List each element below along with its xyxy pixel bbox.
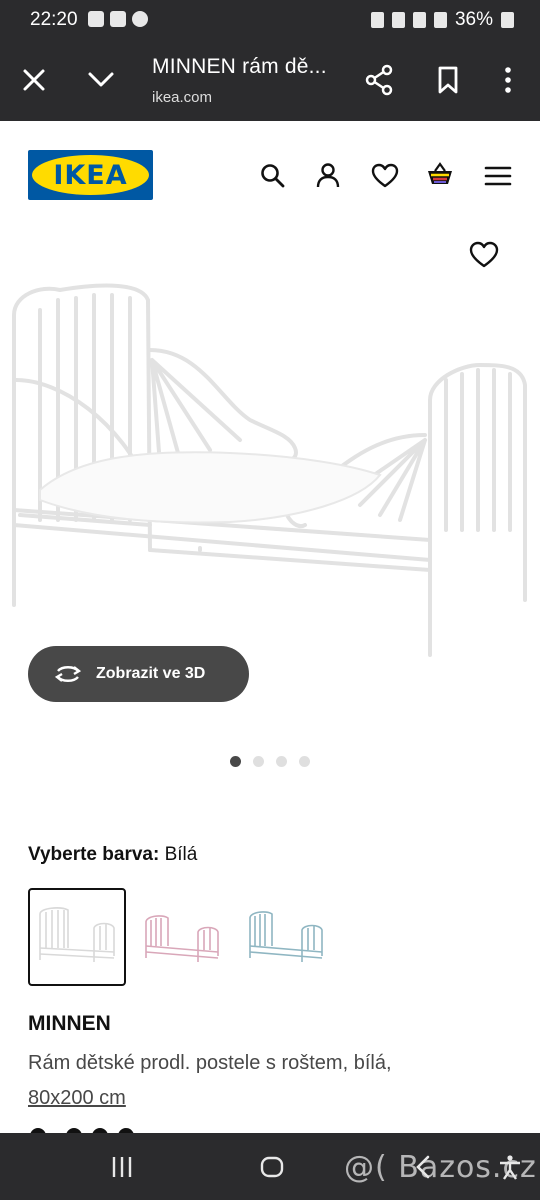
alarm-icon (391, 12, 405, 28)
selected-color: Bílá (164, 844, 198, 865)
view-3d-label: Zobrazit ve 3D (96, 665, 206, 682)
rotate-3d-icon (54, 666, 82, 682)
heart-icon[interactable] (370, 161, 400, 191)
signal-icon (433, 12, 447, 28)
youtube-icon (110, 11, 126, 27)
facebook-icon (132, 11, 148, 27)
wifi-icon (412, 12, 426, 28)
page-url: ikea.com (152, 89, 213, 106)
bazos-watermark: @( Bazos.cz (344, 1150, 537, 1185)
bookmark-icon[interactable] (436, 64, 460, 96)
status-bar: 22:20 36% (0, 0, 540, 40)
battery-icon (501, 12, 514, 28)
swatch-thumbnail (39, 907, 115, 962)
color-selector-label: Vyberte barva: Bílá (28, 844, 197, 866)
chevron-down-icon[interactable] (86, 66, 116, 94)
notification-icons (88, 11, 148, 27)
search-icon[interactable] (258, 161, 288, 191)
view-3d-button[interactable]: Zobrazit ve 3D (28, 646, 249, 702)
logo-text: IKEA (53, 160, 128, 191)
battery-saver-icon (370, 12, 384, 28)
close-icon[interactable] (20, 66, 48, 94)
menu-icon[interactable] (483, 161, 513, 191)
carousel-dot[interactable] (299, 756, 310, 767)
color-swatch-light-blue[interactable] (244, 888, 342, 986)
page-title: MINNEN rám dě... (152, 55, 327, 78)
carousel-dots (230, 756, 310, 767)
carousel-dot[interactable] (253, 756, 264, 767)
carousel-dot[interactable] (276, 756, 287, 767)
swatch-thumbnail (249, 911, 323, 962)
product-description: Rám dětské prodl. postele s roštem, bílá… (28, 1046, 508, 1116)
browser-toolbar: MINNEN rám dě... ikea.com (0, 40, 540, 121)
image-icon (88, 11, 104, 27)
site-header: IKEA (0, 121, 540, 231)
clock: 22:20 (30, 9, 78, 30)
swatch-thumbnail (145, 915, 219, 962)
add-to-wishlist-icon[interactable] (468, 240, 500, 270)
system-status: 36% (370, 9, 514, 31)
color-label-text: Vyberte barva: (28, 844, 160, 865)
home-icon[interactable] (258, 1153, 286, 1181)
more-options-icon[interactable] (498, 64, 518, 96)
color-swatch-pink[interactable] (142, 888, 240, 986)
product-image[interactable] (0, 270, 540, 670)
carousel-dot[interactable] (230, 756, 241, 767)
color-swatch-white[interactable] (28, 888, 126, 986)
product-description-text: Rám dětské prodl. postele s roštem, bílá… (28, 1052, 392, 1074)
product-name: MINNEN (28, 1012, 111, 1035)
ikea-logo[interactable]: IKEA (28, 150, 153, 200)
share-icon[interactable] (364, 64, 394, 96)
recent-apps-icon[interactable] (108, 1153, 136, 1181)
battery-level: 36% (454, 9, 493, 30)
product-size-link[interactable]: 80x200 cm (28, 1087, 126, 1109)
user-icon[interactable] (313, 161, 343, 191)
cart-icon[interactable] (425, 161, 455, 191)
